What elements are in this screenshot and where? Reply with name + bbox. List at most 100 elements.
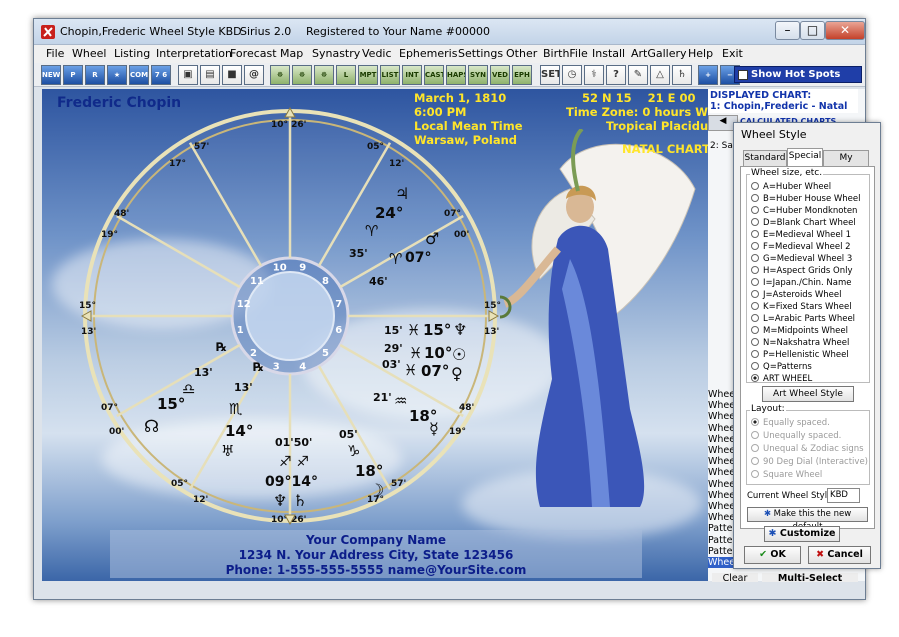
customize-button[interactable]: ✱ Customize — [764, 526, 840, 542]
list-item[interactable]: Whee — [708, 445, 735, 456]
radio-icon[interactable] — [751, 302, 759, 310]
midpoint-button[interactable]: MPT — [358, 65, 378, 85]
minimize-button[interactable]: – — [775, 21, 800, 40]
list-item[interactable]: Whee — [708, 411, 735, 422]
synastry-button[interactable]: SYN — [468, 65, 488, 85]
cast-button[interactable]: CAST — [424, 65, 444, 85]
radio-icon[interactable] — [751, 230, 759, 238]
option-huber-house[interactable]: B=Huber House Wheel — [751, 194, 861, 204]
list-item[interactable]: Whee — [708, 501, 735, 512]
option-huber-wheel[interactable]: A=Huber Wheel — [751, 182, 831, 192]
show-hot-spots-toggle[interactable]: Show Hot Spots — [734, 66, 862, 83]
close-button[interactable]: ✕ — [825, 21, 865, 40]
menu-artgallery[interactable]: ArtGallery — [631, 47, 687, 60]
astrology-wheel[interactable]: 1 2 3 4 5 6 7 8 9 10 11 12 10° 26' 10° 2… — [79, 104, 509, 534]
layout-unequally-spaced[interactable]: Unequally spaced. — [751, 431, 841, 441]
list-item[interactable]: Whee — [708, 490, 735, 501]
layout-square-wheel[interactable]: Square Wheel — [751, 470, 822, 480]
option-japan-chin[interactable]: I=Japan./Chin. Name — [751, 278, 851, 288]
list-button[interactable]: LIST — [380, 65, 400, 85]
menu-settings[interactable]: Settings — [458, 47, 503, 60]
radio-icon[interactable] — [751, 314, 759, 322]
print-icon[interactable]: ■ — [222, 65, 242, 85]
radio-icon[interactable] — [751, 290, 759, 298]
checkbox-icon[interactable] — [738, 70, 748, 80]
make-default-button[interactable]: ✱ Make this the new default — [747, 507, 868, 532]
option-hellenistic[interactable]: P=Hellenistic Wheel — [751, 350, 849, 360]
layout-equally-spaced[interactable]: Equally spaced. — [751, 418, 830, 428]
wheel1-icon[interactable]: ☸ — [270, 65, 290, 85]
wheel3-icon[interactable]: ☸ — [314, 65, 334, 85]
menu-install[interactable]: Install — [592, 47, 625, 60]
cancel-button[interactable]: ✖ Cancel — [808, 546, 871, 564]
radio-icon[interactable] — [751, 350, 759, 358]
radio-icon[interactable] — [751, 266, 759, 274]
menu-listing[interactable]: Listing — [114, 47, 150, 60]
saturn-icon[interactable]: ♄ — [672, 65, 692, 85]
option-nakshatra[interactable]: N=Nakshatra Wheel — [751, 338, 849, 348]
help-icon[interactable]: ? — [606, 65, 626, 85]
menu-vedic[interactable]: Vedic — [362, 47, 392, 60]
list-item[interactable]: Whee — [708, 456, 735, 467]
interpretation-button[interactable]: INT — [402, 65, 422, 85]
menu-help[interactable]: Help — [688, 47, 713, 60]
list-item[interactable]: Whee — [708, 479, 735, 490]
tab-standard[interactable]: Standard — [743, 150, 787, 167]
tab-my-wheel[interactable]: My Wheel — [823, 150, 869, 178]
triangle-icon[interactable]: △ — [650, 65, 670, 85]
radio-icon[interactable] — [751, 194, 759, 202]
menu-ephemeris[interactable]: Ephemeris — [399, 47, 457, 60]
radio-selected-icon[interactable] — [751, 374, 759, 382]
medical-icon[interactable]: ⚕ — [584, 65, 604, 85]
menu-wheel[interactable]: Wheel — [72, 47, 106, 60]
radio-icon[interactable] — [751, 242, 759, 250]
current-wheel-style-input[interactable]: KBD — [827, 488, 860, 503]
list-item[interactable]: Whee — [708, 400, 735, 411]
radio-icon[interactable] — [751, 218, 759, 226]
ephemeris-button[interactable]: EPH — [512, 65, 532, 85]
chart-canvas[interactable]: Frederic Chopin March 1, 1810 6:00 PM Lo… — [42, 89, 708, 581]
option-patterns[interactable]: Q=Patterns — [751, 362, 812, 372]
radio-icon[interactable] — [751, 206, 759, 214]
radio-icon[interactable] — [751, 431, 759, 439]
option-arabic-parts[interactable]: L=Arabic Parts Wheel — [751, 314, 855, 324]
radio-icon[interactable] — [751, 254, 759, 262]
new-chart-button[interactable]: NEW — [41, 65, 61, 85]
edit-icon[interactable]: ✎ — [628, 65, 648, 85]
title-bar[interactable]: Chopin,Frederic Wheel Style KBD Sirius 2… — [34, 19, 865, 45]
list-item[interactable]: Patte — [708, 523, 734, 534]
list-item[interactable]: Whee — [708, 512, 735, 523]
option-fixed-stars[interactable]: K=Fixed Stars Wheel — [751, 302, 852, 312]
ok-button[interactable]: ✔ OK — [744, 546, 801, 564]
menu-birthfile[interactable]: BirthFile — [543, 47, 588, 60]
art-wheel-style-button[interactable]: Art Wheel Style — [762, 386, 854, 402]
vedic-button[interactable]: VED — [490, 65, 510, 85]
clock-icon[interactable]: ◷ — [562, 65, 582, 85]
star-button[interactable]: ★ — [107, 65, 127, 85]
radio-icon[interactable] — [751, 362, 759, 370]
option-medieval-2[interactable]: F=Medieval Wheel 2 — [751, 242, 851, 252]
layout-unequal-zodiac[interactable]: Unequal & Zodiac signs — [751, 444, 864, 454]
option-blank-chart[interactable]: D=Blank Chart Wheel — [751, 218, 856, 228]
list-item[interactable]: Whee — [708, 434, 735, 445]
radio-icon[interactable] — [751, 326, 759, 334]
list-item[interactable]: Patte — [708, 535, 734, 546]
option-aspect-grids[interactable]: H=Aspect Grids Only — [751, 266, 853, 276]
list-item[interactable]: Whee — [708, 467, 735, 478]
radio-icon[interactable] — [751, 338, 759, 346]
calc-chart-item[interactable]: 2: Sa — [710, 141, 733, 151]
radio-icon[interactable] — [751, 457, 759, 465]
email-icon[interactable]: @ — [244, 65, 264, 85]
save-icon[interactable]: ▤ — [200, 65, 220, 85]
option-medieval-1[interactable]: E=Medieval Wheel 1 — [751, 230, 851, 240]
menu-exit[interactable]: Exit — [722, 47, 743, 60]
radio-icon[interactable] — [751, 182, 759, 190]
window-icon[interactable]: ▣ — [178, 65, 198, 85]
option-medieval-3[interactable]: G=Medieval Wheel 3 — [751, 254, 852, 264]
menu-interpretation[interactable]: Interpretation — [156, 47, 232, 60]
menu-map[interactable]: Map — [280, 47, 303, 60]
option-midpoints[interactable]: M=Midpoints Wheel — [751, 326, 848, 336]
layout-90-deg-dial[interactable]: 90 Deg Dial (Interactive) — [751, 457, 868, 467]
option-huber-mondknoten[interactable]: C=Huber Mondknoten — [751, 206, 857, 216]
list-item[interactable]: Whee — [708, 423, 735, 434]
